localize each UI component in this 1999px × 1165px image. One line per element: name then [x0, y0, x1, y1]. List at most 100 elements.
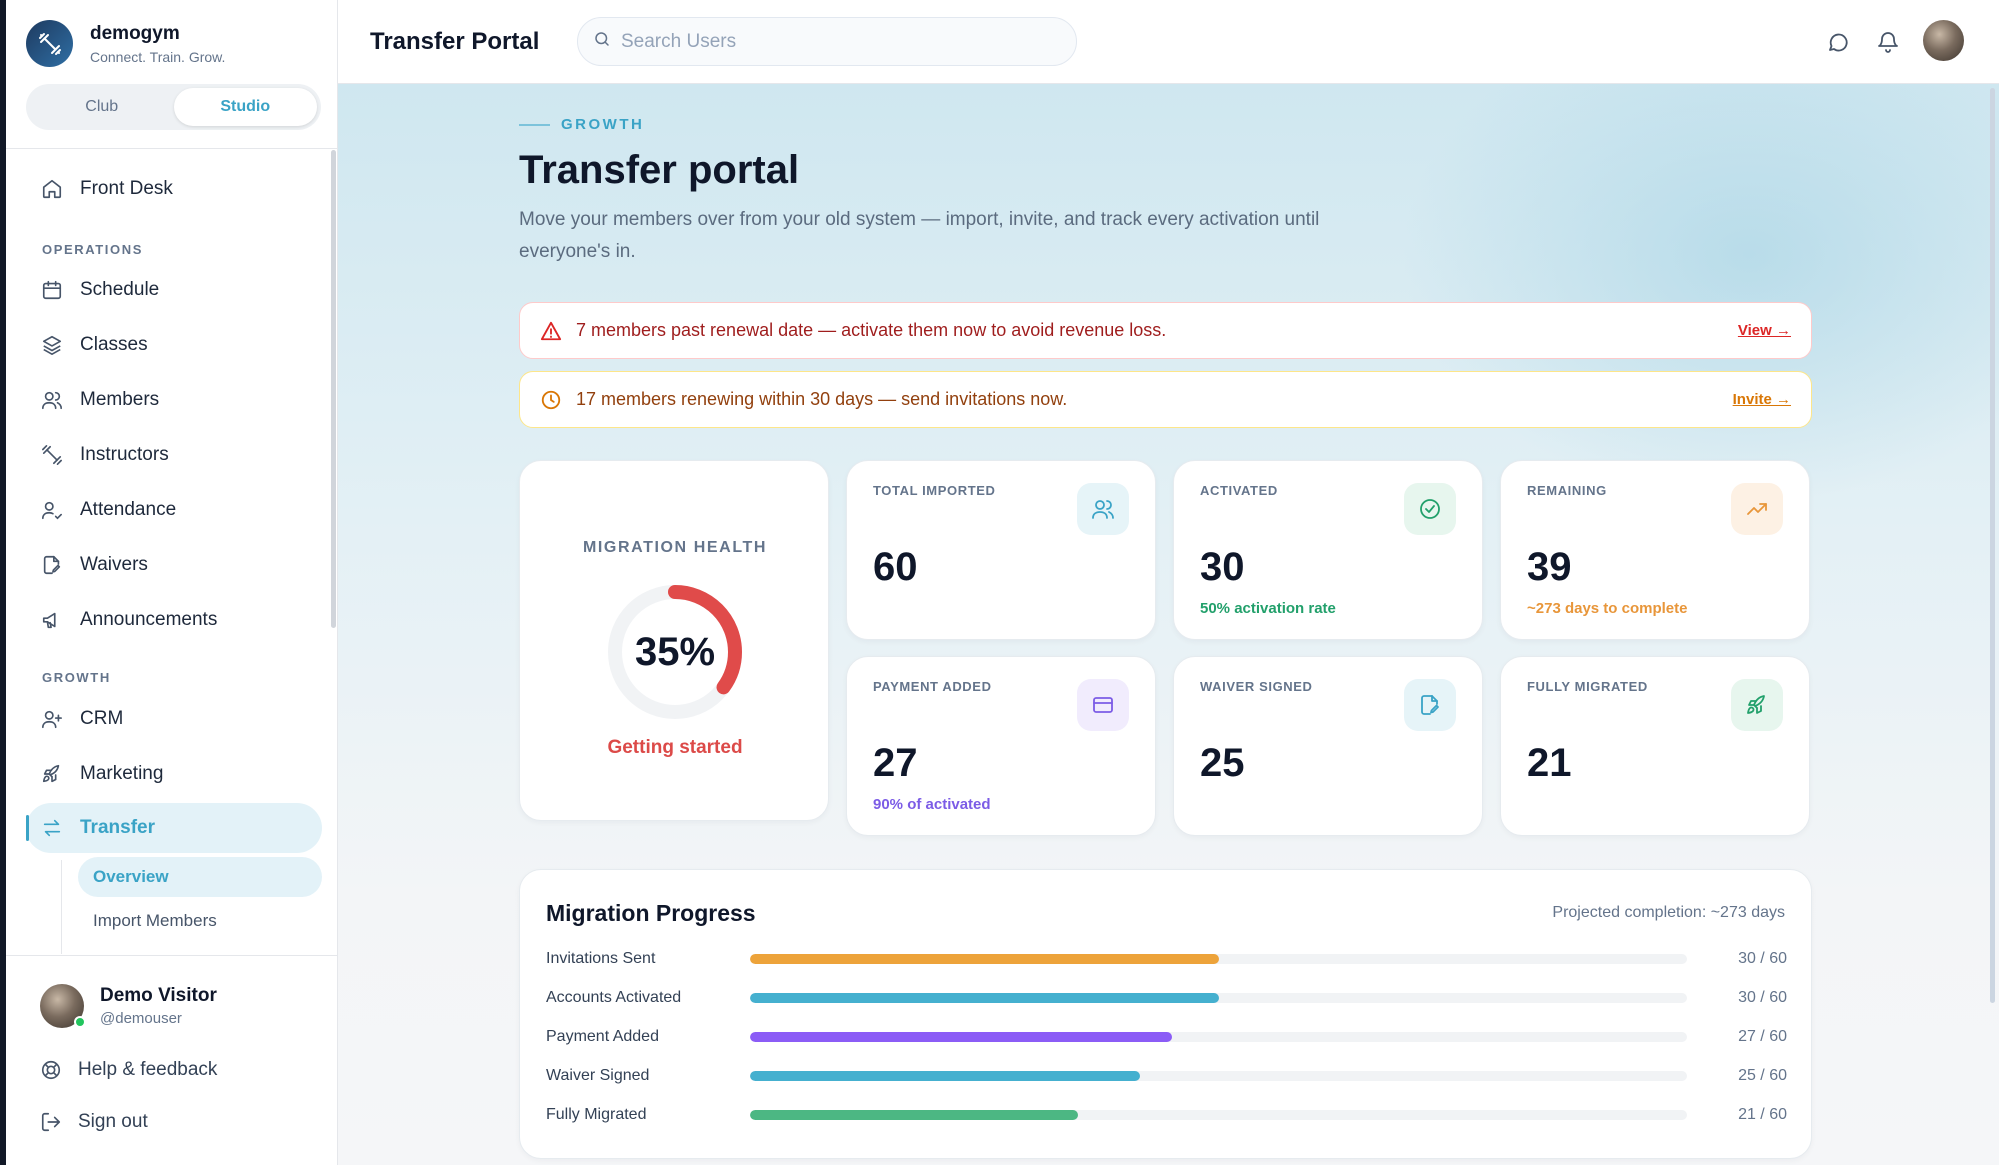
warning-triangle-icon: [540, 320, 562, 342]
help-feedback-link[interactable]: Help & feedback: [40, 1059, 217, 1081]
lifebuoy-icon: [40, 1059, 62, 1081]
user-name: Demo Visitor: [100, 985, 217, 1006]
arrows-swap-icon: [40, 816, 64, 840]
stat-card-waiver-signed: WAIVER SIGNED 25: [1173, 656, 1483, 836]
main-content: GROWTH Transfer portal Move your members…: [338, 84, 1999, 1165]
sidebar-item-attendance[interactable]: Attendance: [26, 485, 322, 535]
user-check-icon: [40, 498, 64, 522]
progress-track: [750, 993, 1687, 1003]
progress-label: Invitations Sent: [546, 950, 656, 967]
sidebar-item-front-desk[interactable]: Front Desk: [26, 164, 322, 214]
bell-icon[interactable]: [1876, 30, 1900, 54]
sidebar-item-members[interactable]: Members: [26, 375, 322, 425]
projected-completion: Projected completion: ~273 days: [1552, 904, 1785, 921]
progress-row-payment-added: Payment Added 27 / 60: [546, 1026, 1787, 1048]
page-eyebrow: GROWTH: [519, 116, 644, 133]
progress-label: Fully Migrated: [546, 1106, 647, 1123]
stat-label: ACTIVATED: [1200, 483, 1278, 498]
check-circle-icon: [1404, 483, 1456, 535]
chat-icon[interactable]: [1826, 30, 1850, 54]
progress-label: Payment Added: [546, 1028, 659, 1045]
sidebar-item-label: Members: [80, 389, 160, 410]
header-avatar[interactable]: [1923, 20, 1964, 61]
dumbbell-logo-icon: [26, 20, 73, 67]
toggle-studio[interactable]: Studio: [173, 88, 317, 126]
section-growth: GROWTH: [42, 670, 111, 685]
sidebar-item-label: Marketing: [80, 763, 164, 784]
sidebar-item-instructors[interactable]: Instructors: [26, 430, 322, 480]
log-out-icon: [40, 1111, 62, 1133]
sidebar-item-label: Announcements: [80, 609, 218, 630]
progress-label: Waiver Signed: [546, 1067, 650, 1084]
health-label: MIGRATION HEALTH: [582, 539, 768, 556]
stat-value: 39: [1527, 545, 1572, 589]
progress-track: [750, 1032, 1687, 1042]
sidebar-item-schedule[interactable]: Schedule: [26, 265, 322, 315]
subnav-line: [61, 860, 62, 954]
stat-card-fully-migrated: FULLY MIGRATED 21: [1500, 656, 1810, 836]
sidebar-scrollbar[interactable]: [331, 150, 336, 628]
stat-label: PAYMENT ADDED: [873, 679, 992, 694]
user-profile[interactable]: Demo Visitor @demouser: [40, 984, 217, 1028]
alert-text: 7 members past renewal date — activate t…: [576, 320, 1167, 340]
rocket-icon: [40, 762, 64, 786]
progress-count: 27 / 60: [1738, 1028, 1787, 1045]
users-icon: [40, 388, 64, 412]
header-title: Transfer Portal: [370, 28, 540, 55]
progress-fill: [750, 954, 1219, 964]
sidebar: demogym Connect. Train. Grow. Club Studi…: [0, 0, 338, 1165]
progress-row-fully-migrated: Fully Migrated 21 / 60: [546, 1104, 1787, 1126]
calendar-icon: [40, 278, 64, 302]
subnav-item-import-members[interactable]: Import Members: [78, 901, 322, 941]
stat-value: 25: [1200, 741, 1245, 785]
avatar: [40, 984, 86, 1028]
stat-subtext: ~273 days to complete: [1527, 600, 1688, 617]
sidebar-item-label: Classes: [80, 334, 148, 355]
progress-count: 21 / 60: [1738, 1106, 1787, 1123]
sidebar-item-waivers[interactable]: Waivers: [26, 540, 322, 590]
divider: [6, 148, 338, 149]
stat-value: 27: [873, 741, 918, 785]
stat-value: 21: [1527, 741, 1572, 785]
sidebar-item-announcements[interactable]: Announcements: [26, 595, 322, 645]
dumbbell-icon: [40, 443, 64, 467]
brand-tagline: Connect. Train. Grow.: [90, 48, 226, 65]
sidebar-item-marketing[interactable]: Marketing: [26, 749, 322, 799]
stat-subtext: 90% of activated: [873, 796, 991, 813]
sidebar-item-classes[interactable]: Classes: [26, 320, 322, 370]
invite-link[interactable]: Invite →: [1733, 391, 1791, 408]
sidebar-item-transfer[interactable]: Transfer: [26, 803, 322, 853]
search-box[interactable]: [577, 17, 1077, 66]
stat-label: REMAINING: [1527, 483, 1607, 498]
sidebar-item-label: Attendance: [80, 499, 177, 520]
main-scrollbar[interactable]: [1990, 88, 1995, 1003]
signout-label: Sign out: [78, 1111, 148, 1132]
sidebar-item-label: Instructors: [80, 444, 169, 465]
progress-row-waiver-signed: Waiver Signed 25 / 60: [546, 1065, 1787, 1087]
view-link[interactable]: View →: [1738, 322, 1791, 339]
page-title: Transfer portal: [519, 148, 800, 192]
subnav-item-overview[interactable]: Overview: [78, 857, 322, 897]
sidebar-item-label: Schedule: [80, 279, 160, 300]
sidebar-item-crm[interactable]: CRM: [26, 694, 322, 744]
stat-value: 30: [1200, 545, 1245, 589]
brand[interactable]: demogym Connect. Train. Grow.: [26, 20, 225, 67]
progress-title: Migration Progress: [546, 900, 756, 926]
progress-track: [750, 1110, 1687, 1120]
search-input[interactable]: [621, 30, 1041, 53]
progress-track: [750, 954, 1687, 964]
top-header: Transfer Portal: [338, 0, 1999, 84]
stat-label: TOTAL IMPORTED: [873, 483, 996, 498]
progress-fill: [750, 1110, 1078, 1120]
trending-up-icon: [1731, 483, 1783, 535]
progress-label: Accounts Activated: [546, 989, 682, 1006]
alert-renewing-soon: 17 members renewing within 30 days — sen…: [519, 371, 1812, 428]
search-icon: [593, 30, 611, 53]
progress-track: [750, 1071, 1687, 1081]
progress-count: 30 / 60: [1738, 950, 1787, 967]
progress-row-invitations-sent: Invitations Sent 30 / 60: [546, 948, 1787, 970]
help-label: Help & feedback: [78, 1059, 218, 1080]
sign-out-link[interactable]: Sign out: [40, 1111, 148, 1133]
toggle-club[interactable]: Club: [30, 88, 174, 126]
rocket-icon: [1731, 679, 1783, 731]
